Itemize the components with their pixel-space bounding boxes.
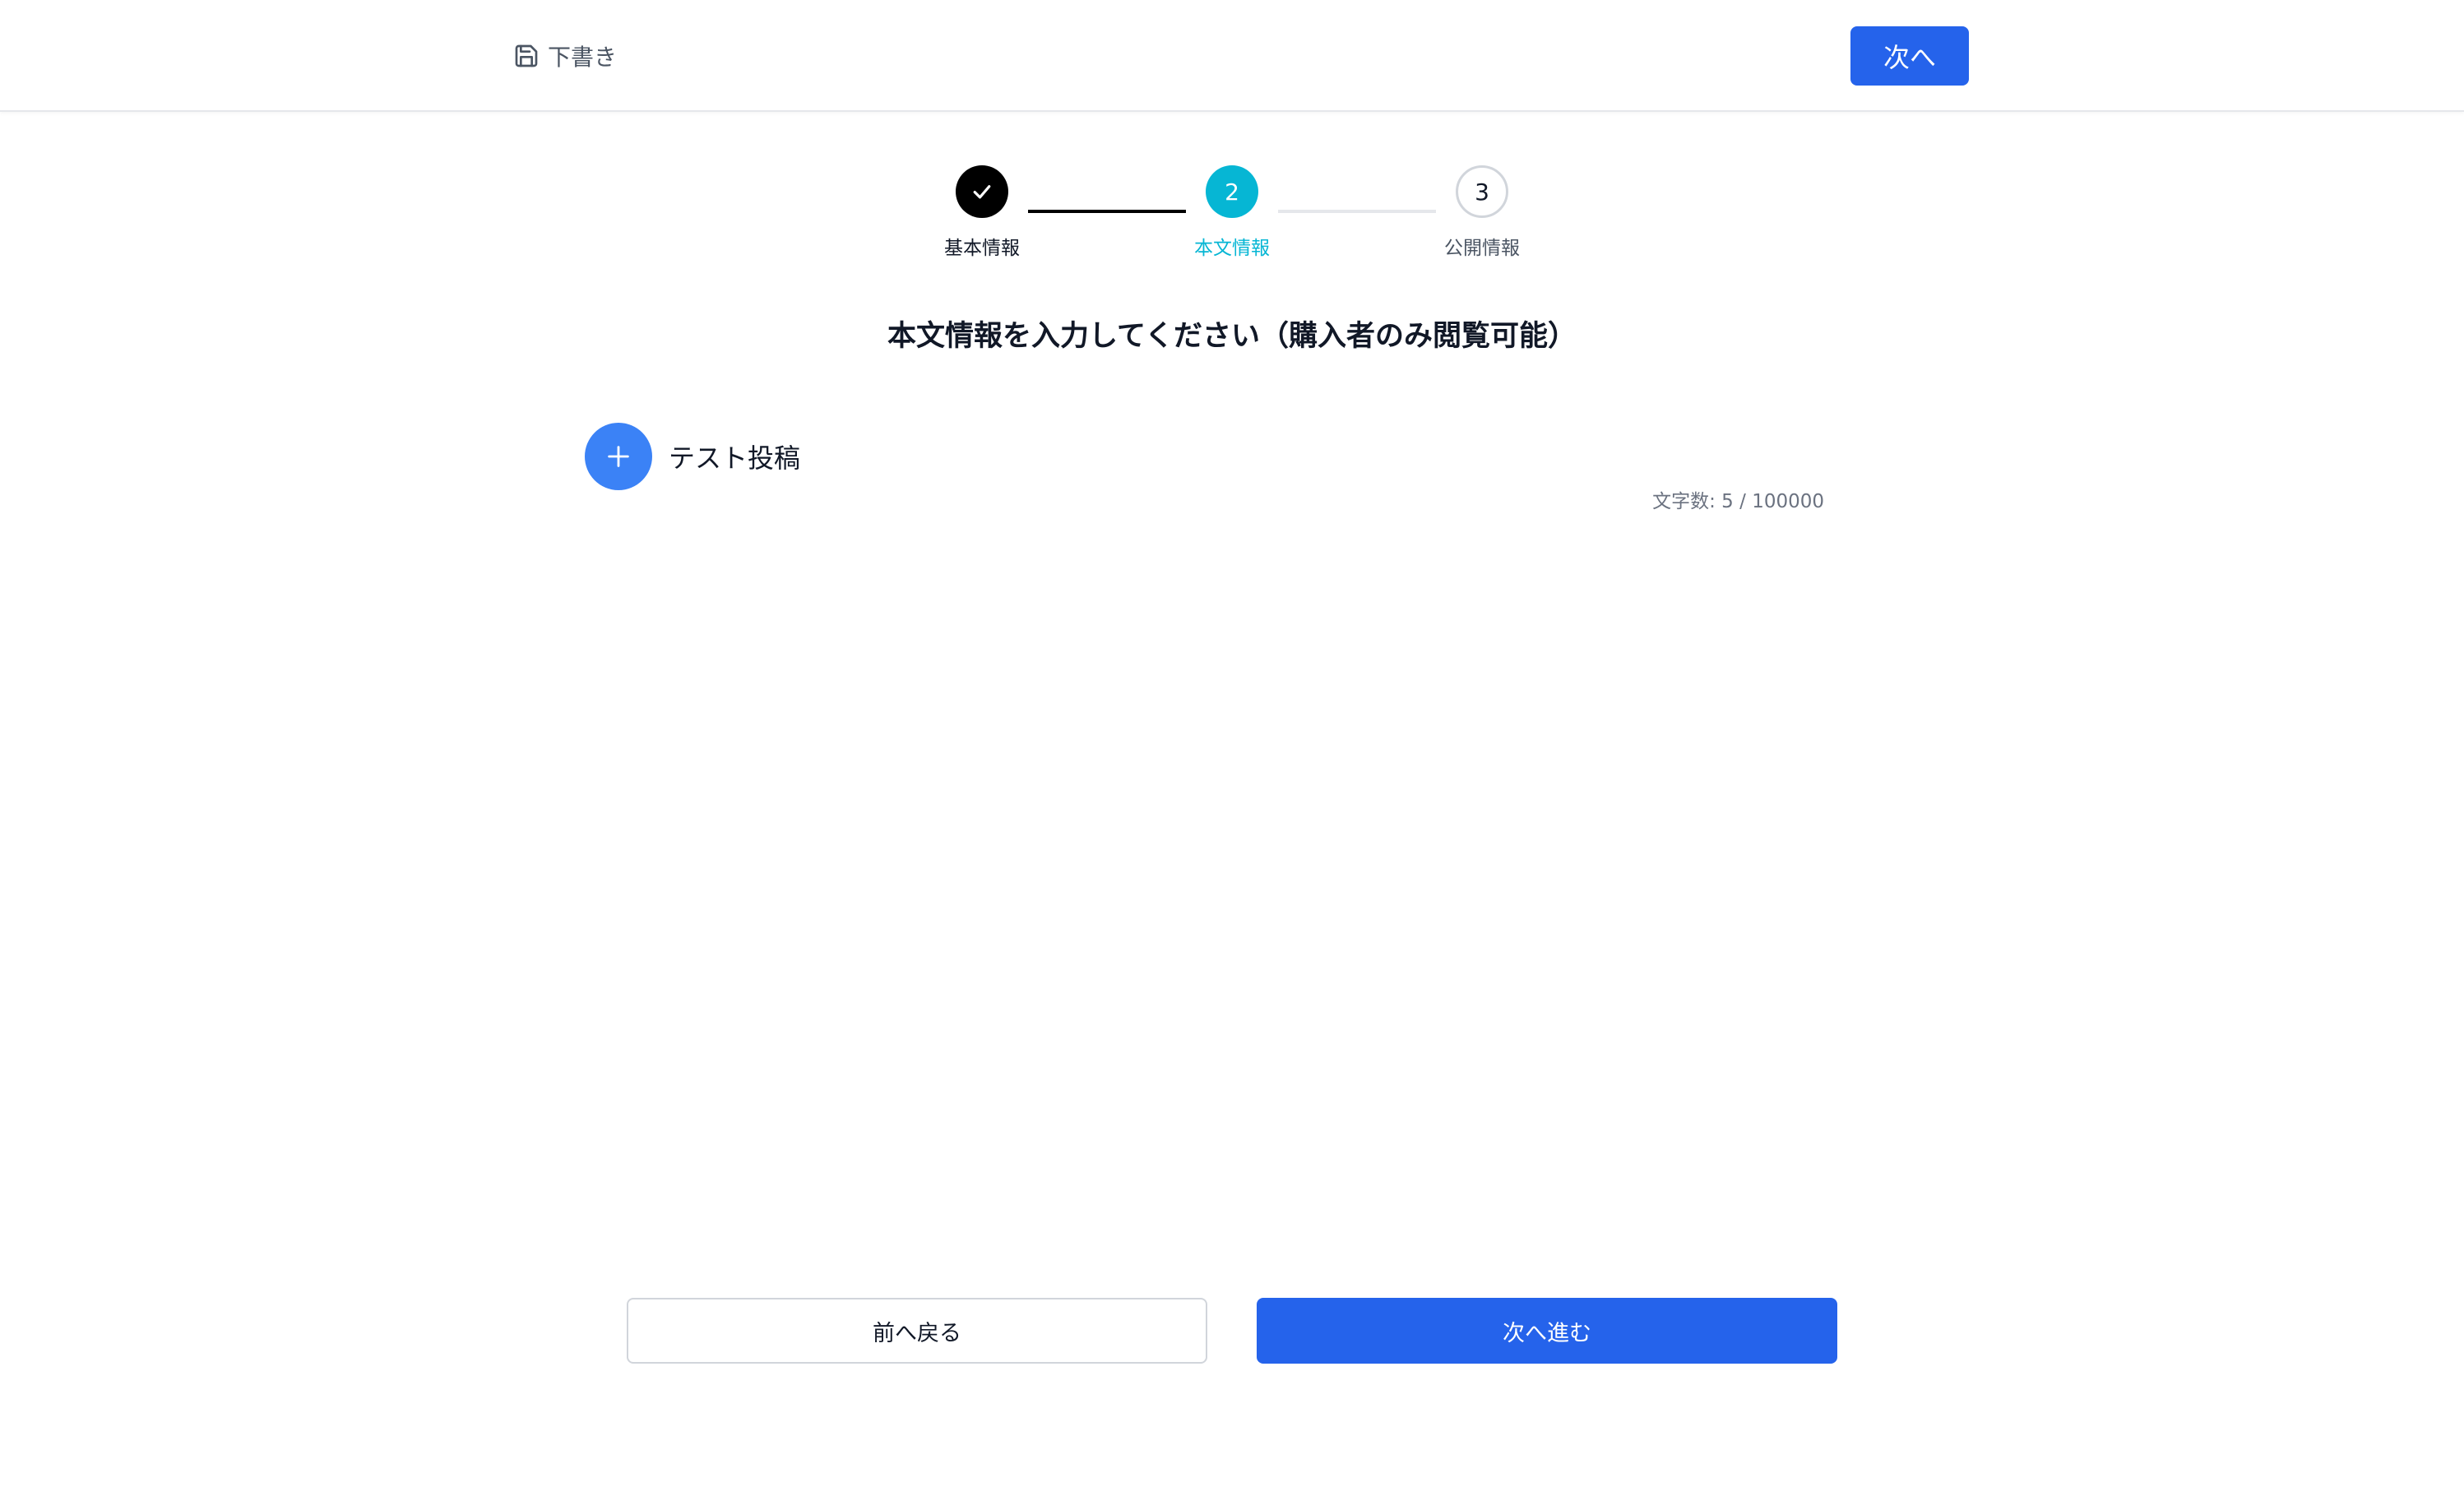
step-2-label: 本文情報 <box>1194 238 1270 259</box>
page-title: 本文情報を入力してください（購入者のみ閲覧可能） <box>887 320 1577 353</box>
add-block-button[interactable] <box>585 423 652 490</box>
back-button[interactable]: 前へ戻る <box>627 1298 1207 1364</box>
step-2-circle: 2 <box>1206 165 1258 218</box>
check-icon <box>973 185 991 199</box>
step-1-label: 基本情報 <box>944 238 1020 259</box>
plus-icon <box>608 446 629 467</box>
step-connector-2 <box>1278 210 1436 213</box>
editor-content[interactable]: テスト投稿 <box>669 438 800 475</box>
progress-stepper: 基本情報 2 本文情報 3 公開情報 <box>0 0 2464 271</box>
next-step-button[interactable]: 次へ進む <box>1257 1298 1837 1364</box>
character-count: 文字数: 5 / 100000 <box>1652 491 1824 512</box>
editor-block: テスト投稿 <box>585 423 800 490</box>
step-3-label: 公開情報 <box>1444 238 1520 259</box>
step-1-circle <box>956 165 1008 218</box>
step-connector-1 <box>1028 210 1186 213</box>
step-3-circle: 3 <box>1456 165 1508 218</box>
